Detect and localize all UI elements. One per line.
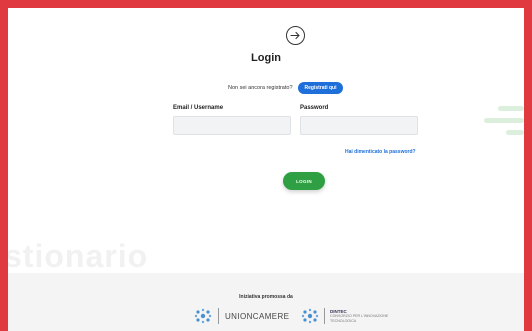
login-button[interactable]: LOGIN [283,172,325,190]
dintec-logo: DINTEC CONSORZIO PER L'INNOVAZIONE TECNO… [301,308,388,324]
login-arrow-icon [286,26,305,45]
promoted-by-text: Iniziativa promossa da [239,294,293,300]
dintec-logo-icon [301,308,319,324]
dintec-text: DINTEC CONSORZIO PER L'INNOVAZIONE TECNO… [330,309,388,322]
register-row: Non sei ancora registrato? Registrati qu… [228,82,344,94]
register-button[interactable]: Registrati qui [297,82,344,94]
password-label: Password [300,105,329,111]
background-watermark-text: stionario [4,238,149,274]
page-frame: Login Non sei ancora registrato? Registr… [0,0,532,331]
page-title: Login [251,52,281,64]
unioncamere-logo-icon [194,308,212,324]
password-field[interactable] [300,116,418,135]
dintec-subtitle-line2: TECNOLOGICA [330,318,357,323]
register-question: Non sei ancora registrato? [228,85,293,91]
unioncamere-name: UNIONCAMERE [225,311,290,321]
decorative-lines-icon [484,106,524,135]
unioncamere-logo: UNIONCAMERE [194,308,289,324]
email-field[interactable] [173,116,291,135]
email-label: Email / Username [173,105,224,111]
forgot-password-link[interactable]: Hai dimenticato la password? [345,149,416,155]
